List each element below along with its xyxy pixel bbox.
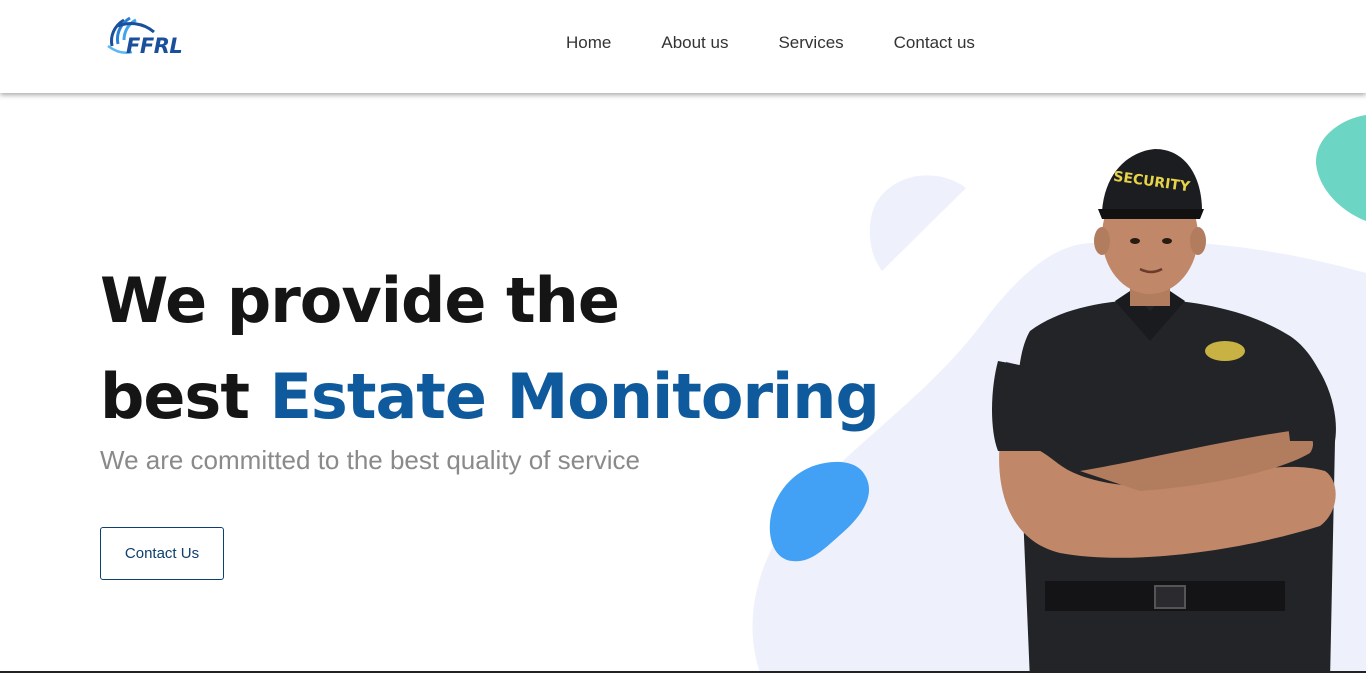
headline-line-2: best Estate Monitoring <box>100 349 880 445</box>
main-nav: Home About us Services Contact us <box>566 32 1025 54</box>
brand-logo[interactable]: FFRL <box>106 16 186 58</box>
hero-headline: We provide the best Estate Monitoring <box>100 253 880 445</box>
headline-line-1: We provide the <box>100 264 620 337</box>
nav-item-about-us[interactable]: About us <box>661 32 728 54</box>
small-leaf-shape <box>869 175 966 271</box>
nav-item-contact-us[interactable]: Contact us <box>894 32 975 54</box>
headline-accent-text: Estate Monitoring <box>269 360 880 433</box>
hero-section: We provide the best Estate Monitoring We… <box>0 93 1366 673</box>
security-guard-image: SECURITY <box>992 149 1336 673</box>
nav-item-home[interactable]: Home <box>566 32 611 54</box>
contact-us-button[interactable]: Contact Us <box>100 527 224 580</box>
site-header: FFRL Home About us Services Contact us <box>0 0 1366 93</box>
hero-subtitle: We are committed to the best quality of … <box>100 445 640 475</box>
headline-plain-text: best <box>100 360 270 433</box>
nav-item-services[interactable]: Services <box>778 32 843 54</box>
logo-text: FFRL <box>126 34 183 58</box>
